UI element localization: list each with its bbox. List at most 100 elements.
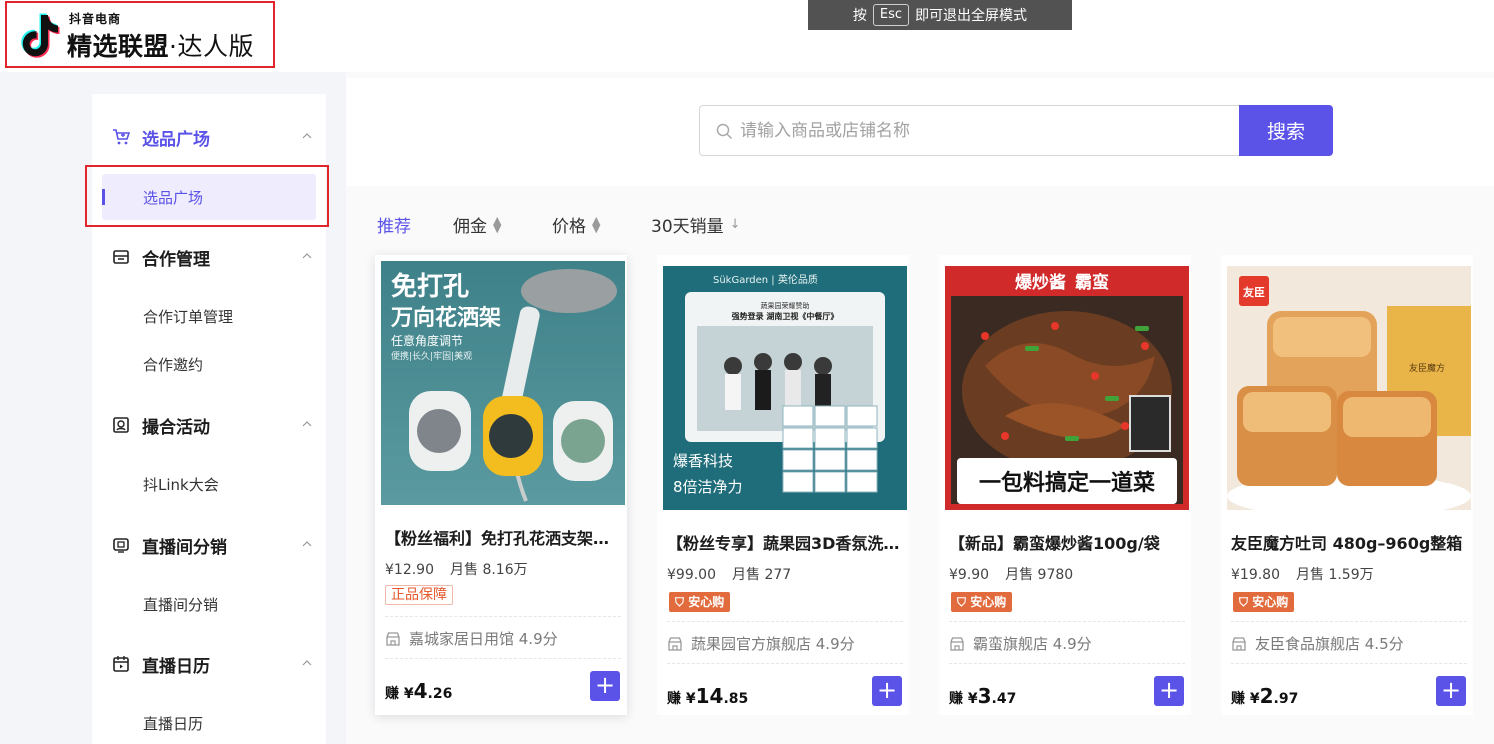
selection-highlight-box xyxy=(85,165,329,227)
divider xyxy=(949,663,1185,664)
shield-icon: ⛉ xyxy=(675,595,689,609)
divider xyxy=(667,621,903,622)
shop-icon xyxy=(668,636,682,651)
sidebar-group-label: 直播日历 xyxy=(142,656,210,677)
esc-prefix: 按 xyxy=(852,8,867,24)
image-text: 一包料搞定一道菜 xyxy=(979,470,1155,496)
sort-sales-30d[interactable]: 30天销量 ↓ xyxy=(651,212,741,237)
calendar-icon xyxy=(113,656,129,672)
earn-prefix: 赚 ¥ xyxy=(385,686,414,702)
sort-label: 推荐 xyxy=(377,217,411,237)
add-product-button[interactable]: + xyxy=(590,671,620,701)
sidebar-group-cooperation[interactable]: 合作管理 xyxy=(112,243,312,271)
image-text: 友臣魔方 xyxy=(1409,362,1445,374)
add-product-button[interactable]: + xyxy=(1436,676,1466,706)
search-field[interactable] xyxy=(699,105,1239,156)
search-button[interactable]: 搜索 xyxy=(1239,105,1333,156)
product-title[interactable]: 【粉丝专享】蔬果园3D香氛洗衣凝珠 xyxy=(667,530,903,554)
commission-earn: 赚 ¥2.97 xyxy=(1231,684,1298,708)
logo-title: 精选联盟·达人版 xyxy=(67,27,254,63)
sidebar-group-label: 直播间分销 xyxy=(142,537,227,558)
divider xyxy=(385,658,621,659)
earn-integer: 2 xyxy=(1259,684,1274,708)
sidebar-item-live-distribution[interactable]: 直播间分销 xyxy=(143,594,218,615)
shop-link[interactable]: 友臣食品旗舰店 4.5分 xyxy=(1231,633,1404,654)
product-card[interactable]: 友臣 友臣魔方 友臣魔方吐司 480g–960g整箱 ¥19.80 月售 1.59… xyxy=(1221,255,1473,715)
sort-price[interactable]: 价格 ▲ ▼ xyxy=(552,212,601,238)
sidebar-group-live-calendar[interactable]: 直播日历 xyxy=(112,650,312,678)
sort-recommend[interactable]: 推荐 xyxy=(377,212,411,237)
commission-earn: 赚 ¥3.47 xyxy=(949,684,1016,708)
page: 抖音电商 精选联盟·达人版 按 Esc 即可退出全屏模式 选品广场 选品广场 合… xyxy=(0,0,1494,744)
sidebar-item-live-calendar[interactable]: 直播日历 xyxy=(143,713,203,734)
product-title[interactable]: 【新品】霸蛮爆炒酱100g/袋 xyxy=(949,530,1185,554)
image-text: 友臣 xyxy=(1243,285,1265,299)
image-text: 爆炒酱 xyxy=(1015,272,1066,293)
sidebar-item-invitations[interactable]: 合作邀约 xyxy=(143,354,203,375)
image-text: 万向花洒架 xyxy=(390,305,501,331)
product-image-art: 免打孔 万向花洒架 任意角度调节 便携|长久|牢固|美观 xyxy=(381,261,625,505)
product-meta: ¥12.90 月售 8.16万 xyxy=(385,559,528,579)
search-icon xyxy=(716,123,733,140)
divider xyxy=(1231,663,1467,664)
earn-decimal: .47 xyxy=(991,691,1017,707)
product-image-art: 友臣 友臣魔方 xyxy=(1227,266,1471,510)
chevron-up-icon xyxy=(302,133,312,139)
image-text: SükGarden | 英伦品质 xyxy=(713,273,818,286)
sidebar-item-link-conference[interactable]: 抖Link大会 xyxy=(143,474,219,495)
top-header: 抖音电商 精选联盟·达人版 按 Esc 即可退出全屏模式 xyxy=(0,0,1494,72)
shop-name: 蔬果园官方旗舰店 4.9分 xyxy=(691,635,855,653)
shop-link[interactable]: 蔬果园官方旗舰店 4.9分 xyxy=(667,633,855,654)
shop-name: 友臣食品旗舰店 4.5分 xyxy=(1255,635,1404,653)
commission-earn: 赚 ¥4.26 xyxy=(385,679,452,703)
divider xyxy=(949,621,1185,622)
sort-label: 30天销量 xyxy=(651,217,724,237)
product-meta: ¥9.90 月售 9780 xyxy=(949,564,1073,584)
sidebar-item-cooperation-orders[interactable]: 合作订单管理 xyxy=(143,306,233,327)
product-image[interactable]: 免打孔 万向花洒架 任意角度调节 便携|长久|牢固|美观 xyxy=(381,261,625,505)
shield-icon: ⛉ xyxy=(1239,595,1253,609)
product-price: ¥99.00 xyxy=(667,567,716,583)
product-sales: 月售 8.16万 xyxy=(450,562,528,578)
product-card[interactable]: 爆炒酱 霸蛮 一包料搞定一道菜 【新品】霸蛮爆炒酱100g/袋 ¥9.90 月售 … xyxy=(939,255,1191,715)
product-title[interactable]: 【粉丝福利】免打孔花洒支架万向 xyxy=(385,525,621,549)
sort-label: 佣金 xyxy=(453,217,487,237)
image-text: 便携|长久|牢固|美观 xyxy=(391,350,472,362)
divider xyxy=(667,663,903,664)
shield-icon: ⛉ xyxy=(957,595,971,609)
product-image[interactable]: 爆炒酱 霸蛮 一包料搞定一道菜 xyxy=(945,266,1189,510)
product-title[interactable]: 友臣魔方吐司 480g–960g整箱 xyxy=(1231,530,1467,554)
sort-commission[interactable]: 佣金 ▲ ▼ xyxy=(453,212,501,238)
sort-updown-icon: ▲ ▼ xyxy=(592,213,601,235)
logo-sub-text: ·达人版 xyxy=(169,32,254,61)
image-text: 免打孔 xyxy=(391,271,469,302)
badge-label: 安心购 xyxy=(688,595,725,609)
sidebar-group-selection[interactable]: 选品广场 xyxy=(112,123,312,151)
earn-prefix: 赚 ¥ xyxy=(949,691,978,707)
arrow-down-icon: ↓ xyxy=(729,216,741,232)
sidebar-group-activities[interactable]: 撮合活动 xyxy=(112,411,312,439)
search-input[interactable] xyxy=(740,118,1220,144)
safe-buy-badge: ⛉ 安心购 xyxy=(1233,592,1295,612)
divider xyxy=(1231,621,1467,622)
sidebar-group-live-distribution[interactable]: 直播间分销 xyxy=(112,531,312,559)
logo-small-text: 抖音电商 xyxy=(69,12,122,26)
add-product-button[interactable]: + xyxy=(1154,676,1184,706)
logo-highlight-box[interactable]: 抖音电商 精选联盟·达人版 xyxy=(5,1,275,68)
shop-name: 霸蛮旗舰店 4.9分 xyxy=(973,635,1092,653)
product-card[interactable]: SükGarden | 英伦品质 蔬果园荣耀赞助 强势登录 湖南卫视《中餐厅》 … xyxy=(657,255,909,715)
sidebar-group-label: 选品广场 xyxy=(142,129,210,150)
shop-link[interactable]: 嘉城家居日用馆 4.9分 xyxy=(385,628,558,649)
sidebar-group-label: 撮合活动 xyxy=(142,417,210,438)
product-sales: 月售 1.59万 xyxy=(1296,567,1374,583)
add-product-button[interactable]: + xyxy=(872,676,902,706)
earn-integer: 4 xyxy=(413,679,428,703)
cart-icon xyxy=(113,129,130,145)
earn-decimal: .97 xyxy=(1273,691,1299,707)
product-card[interactable]: 免打孔 万向花洒架 任意角度调节 便携|长久|牢固|美观 【粉丝福利】免打孔花洒… xyxy=(375,255,627,715)
product-image-art: SükGarden | 英伦品质 蔬果园荣耀赞助 强势登录 湖南卫视《中餐厅》 … xyxy=(663,266,907,510)
shop-link[interactable]: 霸蛮旗舰店 4.9分 xyxy=(949,633,1092,654)
product-image[interactable]: 友臣 友臣魔方 xyxy=(1227,266,1471,510)
product-image[interactable]: SükGarden | 英伦品质 蔬果园荣耀赞助 强势登录 湖南卫视《中餐厅》 … xyxy=(663,266,907,510)
divider xyxy=(385,616,621,617)
